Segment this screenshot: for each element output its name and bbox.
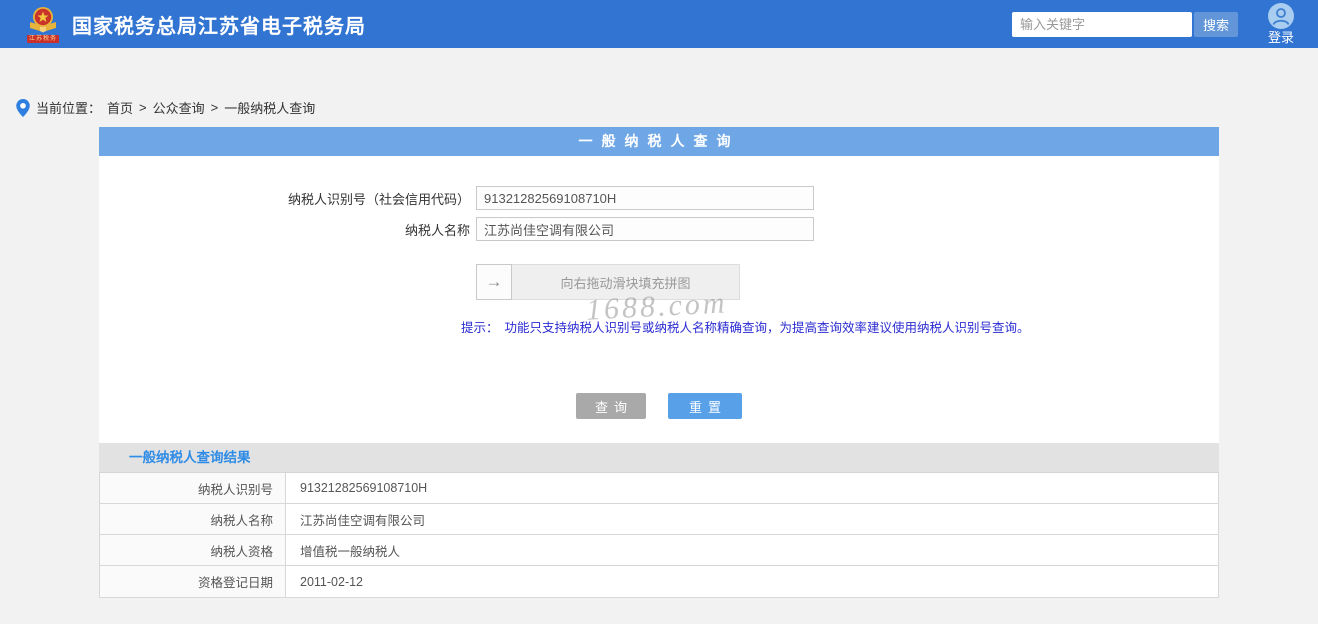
breadcrumb: 当前位置： 首页 > 公众查询 > 一般纳税人查询 (16, 98, 321, 117)
login-label[interactable]: 登录 (1268, 30, 1294, 45)
table-row: 纳税人名称 江苏尚佳空调有限公司 (100, 504, 1218, 535)
header-search: 搜索 (1011, 11, 1238, 37)
taxpayer-name-label: 纳税人名称 (404, 222, 470, 238)
hint-text: 功能只支持纳税人识别号或纳税人名称精确查询，为提高查询效率建议使用纳税人识别号查… (504, 321, 1030, 335)
query-form: 纳税人识别号（社会信用代码） 纳税人名称 → 向右拖动滑块填充拼图 提示： 功能只… (99, 156, 1219, 443)
search-button[interactable]: 搜索 (1193, 11, 1238, 37)
table-row: 纳税人识别号 91321282569108710H (100, 473, 1218, 504)
breadcrumb-separator: > (210, 100, 219, 115)
result-registration-date-label: 资格登记日期 (100, 566, 286, 597)
query-hint: 提示： 功能只支持纳税人识别号或纳税人名称精确查询，为提高查询效率建议使用纳税人识… (461, 317, 1219, 336)
location-pin-icon (16, 98, 30, 117)
slider-track: 向右拖动滑块填充拼图 (512, 264, 740, 300)
user-icon[interactable] (1267, 3, 1294, 29)
breadcrumb-separator: > (139, 100, 147, 115)
site-title: 国家税务总局江苏省电子税务局 (72, 15, 366, 38)
query-panel: 一般纳税人查询 纳税人识别号（社会信用代码） 纳税人名称 → 向右拖动滑块填充拼… (99, 127, 1219, 598)
result-registration-date-value: 2011-02-12 (300, 574, 364, 589)
breadcrumb-public-query[interactable]: 公众查询 (153, 98, 205, 117)
login-area[interactable]: 登录 (1267, 3, 1294, 45)
hint-prefix: 提示： (461, 321, 499, 335)
result-taxpayer-id-value: 91321282569108710H (300, 481, 428, 495)
search-input[interactable] (1011, 11, 1192, 37)
logo-badge: 江苏税务 (26, 34, 59, 43)
tax-emblem-icon (26, 6, 60, 34)
slider-track-label: 向右拖动滑块填充拼图 (560, 275, 691, 291)
result-qualification-value: 增值税一般纳税人 (300, 544, 401, 559)
breadcrumb-home[interactable]: 首页 (107, 98, 133, 117)
captcha-slider: → 向右拖动滑块填充拼图 (476, 264, 1219, 300)
result-taxpayer-id-label: 纳税人识别号 (100, 473, 286, 503)
taxpayer-name-input[interactable] (476, 217, 814, 241)
slider-handle[interactable]: → (476, 264, 512, 300)
taxpayer-id-input[interactable] (476, 186, 814, 210)
results-title: 一般纳税人查询结果 (99, 443, 1219, 473)
result-taxpayer-name-value: 江苏尚佳空调有限公司 (300, 513, 426, 528)
site-logo: 江苏税务 (26, 6, 60, 43)
table-row: 纳税人资格 增值税一般纳税人 (100, 535, 1218, 566)
results-table: 纳税人识别号 91321282569108710H 纳税人名称 江苏尚佳空调有限… (99, 473, 1219, 598)
breadcrumb-prefix: 当前位置： (36, 101, 102, 116)
table-row: 资格登记日期 2011-02-12 (100, 566, 1218, 597)
panel-title: 一般纳税人查询 (99, 127, 1219, 156)
arrow-right-icon: → (485, 272, 503, 291)
result-qualification-label: 纳税人资格 (100, 535, 286, 565)
header-bar: 江苏税务 国家税务总局江苏省电子税务局 搜索 登录 (0, 0, 1318, 48)
result-taxpayer-name-label: 纳税人名称 (100, 504, 286, 534)
taxpayer-id-label: 纳税人识别号（社会信用代码） (287, 191, 470, 207)
reset-button[interactable]: 重置 (668, 393, 742, 419)
breadcrumb-current: 一般纳税人查询 (224, 101, 316, 116)
query-button[interactable]: 查询 (576, 393, 646, 419)
